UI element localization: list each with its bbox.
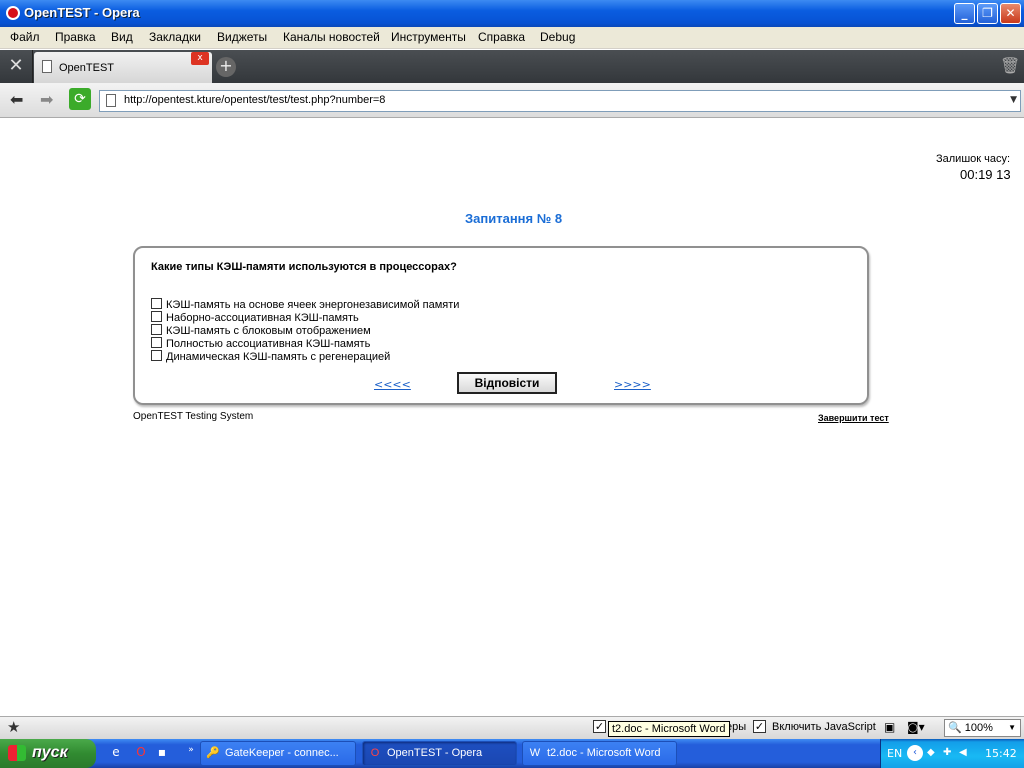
javascript-label: Включить JavaScript — [772, 721, 876, 733]
chevron-down-icon: ▼ — [1008, 723, 1016, 732]
camera-icon[interactable]: ◙▾ — [907, 720, 925, 734]
answer-option[interactable]: Полностью ассоциативная КЭШ-память — [151, 337, 370, 350]
answer-option[interactable]: КЭШ-память с блоковым отображением — [151, 324, 371, 337]
back-arrow-icon[interactable]: ⬅ — [10, 90, 23, 109]
clock: 15:42 — [985, 747, 1017, 760]
star-icon[interactable]: ★ — [7, 718, 20, 736]
checkbox[interactable] — [151, 324, 162, 335]
security-icon[interactable]: ✚ — [943, 747, 955, 759]
answer-option[interactable]: Наборно-ассоциативная КЭШ-память — [151, 311, 359, 324]
previous-question-link[interactable]: <<<< — [374, 378, 411, 391]
address-url: http://opentest.kture/opentest/test/test… — [124, 94, 386, 106]
start-button[interactable]: пуск — [0, 739, 96, 768]
answer-option[interactable]: Динамическая КЭШ-память с регенерацией — [151, 350, 390, 363]
window-title-bar: OpenTEST - Opera _ ❐ ✕ — [0, 0, 1024, 27]
next-question-link[interactable]: >>>> — [614, 378, 651, 391]
checkbox[interactable] — [151, 311, 162, 322]
time-remaining-label: Залишок часу: — [936, 153, 1011, 165]
finish-test-link[interactable]: Завершити тест — [818, 413, 889, 423]
system-tray: EN ‹ ◆ ✚ ◀ 15:42 — [880, 739, 1024, 768]
word-icon: W — [529, 747, 541, 759]
checkbox[interactable] — [151, 350, 162, 361]
time-remaining-value: 00:19 13 — [960, 167, 1011, 182]
checkbox[interactable] — [151, 337, 162, 348]
tab-label: OpenTEST — [59, 62, 115, 74]
tab-bar: ✕ OpenTEST x + 🗑 — [0, 50, 1024, 83]
close-tab-icon[interactable]: x — [191, 52, 209, 65]
document-icon — [42, 60, 52, 73]
language-indicator[interactable]: EN — [887, 747, 902, 760]
address-field[interactable]: http://opentest.kture/opentest/test/test… — [99, 90, 1021, 112]
chevron-down-icon[interactable]: ▼ — [1010, 95, 1017, 105]
plugin-icon[interactable]: ▣ — [884, 720, 895, 734]
status-checkbox[interactable]: ✓ — [593, 720, 606, 733]
page-icon — [106, 94, 116, 107]
close-button[interactable]: ✕ — [1000, 3, 1021, 24]
forward-arrow-icon[interactable]: ➡ — [40, 90, 53, 109]
window-title: OpenTEST - Opera — [24, 5, 140, 20]
javascript-checkbox[interactable]: ✓ — [753, 720, 766, 733]
question-title: Запитання № 8 — [465, 211, 563, 226]
page-content: Залишок часу: 00:19 13 Запитання № 8 Как… — [4, 119, 1024, 716]
reload-icon[interactable]: ⟳ — [69, 88, 91, 110]
system-name: OpenTEST Testing System — [133, 411, 254, 422]
menu-view[interactable]: Вид — [111, 30, 133, 44]
volume-icon[interactable]: ◀ — [959, 747, 971, 759]
answer-option[interactable]: КЭШ-память на основе ячеек энергонезавис… — [151, 298, 459, 311]
opera-icon: O — [370, 747, 380, 759]
windows-logo-icon — [8, 745, 26, 761]
question-box: Какие типы КЭШ-памяти используются в про… — [133, 246, 869, 405]
menu-debug[interactable]: Debug — [540, 30, 575, 44]
save-icon[interactable]: ▪ — [154, 745, 170, 761]
answer-button[interactable]: Відповісти — [457, 372, 557, 394]
task-gatekeeper[interactable]: 🔑 GateKeeper - connec... — [200, 741, 356, 766]
maximize-button[interactable]: ❐ — [977, 3, 998, 24]
taskbar: пуск e O ▪ » 🔑 GateKeeper - connec... O Op… — [0, 739, 1024, 768]
menu-file[interactable]: Файл — [10, 30, 40, 44]
internet-explorer-icon[interactable]: e — [108, 745, 124, 761]
menu-edit[interactable]: Правка — [55, 30, 96, 44]
trash-icon[interactable]: 🗑 — [1000, 56, 1020, 75]
new-tab-button[interactable]: + — [216, 57, 236, 77]
opera-icon[interactable]: O — [133, 745, 149, 761]
navigation-bar: ⬅ ➡ ⟳ http://opentest.kture/opentest/tes… — [0, 83, 1024, 118]
menu-tools[interactable]: Инструменты — [391, 30, 466, 44]
opera-logo-icon — [6, 6, 20, 20]
zoom-select[interactable]: 🔍 100% ▼ — [944, 719, 1021, 737]
question-text: Какие типы КЭШ-памяти используются в про… — [151, 261, 457, 273]
network-icon[interactable]: ◆ — [927, 747, 939, 759]
task-word[interactable]: Wt2.doc - Microsoft Word — [522, 741, 677, 766]
show-hidden-icons-icon[interactable]: ‹ — [907, 745, 923, 761]
tooltip: t2.doc - Microsoft Word — [608, 721, 730, 737]
menu-feeds[interactable]: Каналы новостей — [283, 30, 380, 44]
checkbox[interactable] — [151, 298, 162, 309]
menu-bookmarks[interactable]: Закладки — [149, 30, 201, 44]
task-opera[interactable]: O OpenTEST - Opera — [362, 741, 517, 766]
status-bar: ★ ✓ t2.doc - Microsoft Word еры ✓ Включи… — [0, 716, 1024, 739]
tools-icon[interactable]: ✕ — [0, 50, 33, 83]
key-icon: 🔑 — [206, 747, 220, 759]
menu-help[interactable]: Справка — [478, 30, 525, 44]
chevron-icon[interactable]: » — [183, 745, 199, 761]
menu-bar: Файл Правка Вид Закладки Виджеты Каналы … — [0, 27, 1024, 49]
tab-opentest[interactable]: OpenTEST x — [34, 52, 212, 83]
minimize-button[interactable]: _ — [954, 3, 975, 24]
menu-widgets[interactable]: Виджеты — [217, 30, 267, 44]
